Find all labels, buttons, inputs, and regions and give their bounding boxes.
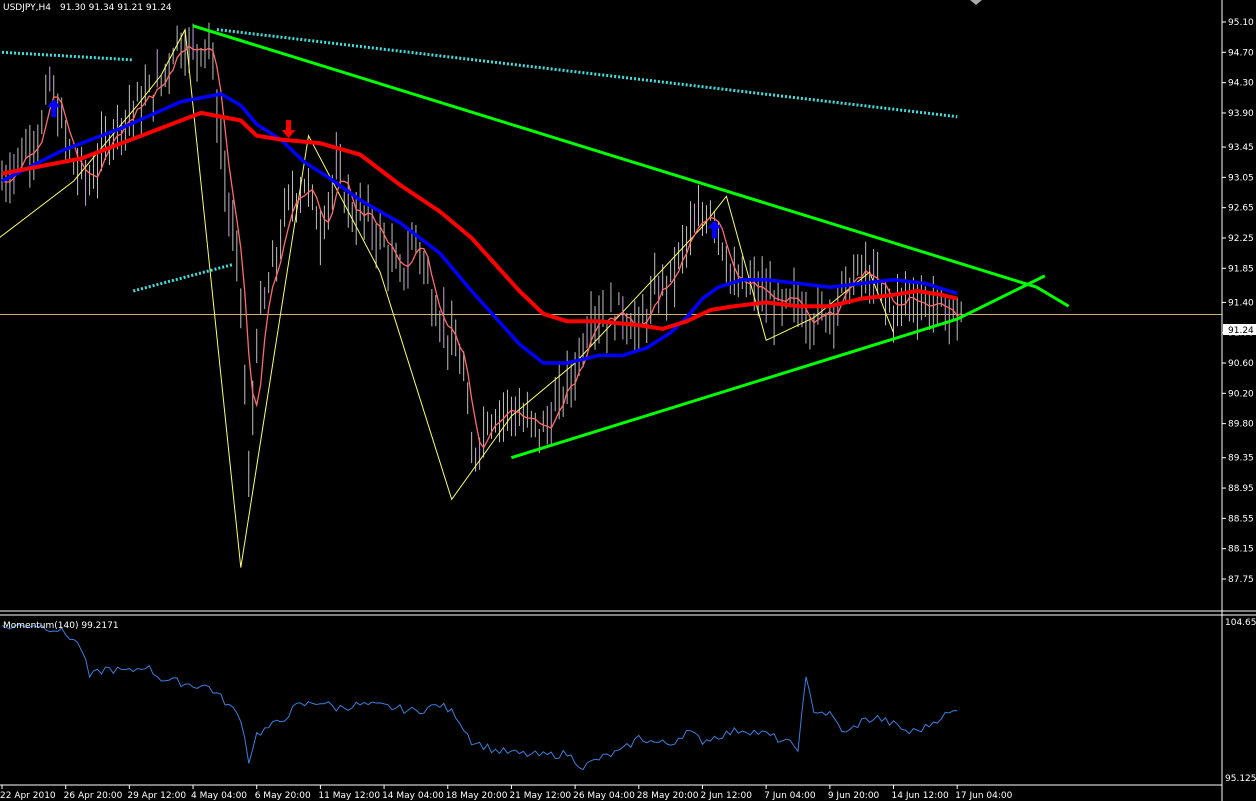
price-tick-label: 93.45 <box>1228 143 1254 153</box>
momentum-label: Momentum(140) 99.2171 <box>3 621 119 631</box>
time-tick-label: 4 May 04:00 <box>191 791 247 801</box>
time-tick-label: 18 May 20:00 <box>446 791 508 801</box>
price-tick-label: 93.05 <box>1228 173 1254 183</box>
time-tick-label: 22 Apr 2010 <box>0 791 56 801</box>
time-tick-label: 17 Jun 04:00 <box>955 791 1012 801</box>
price-tick-label: 88.95 <box>1228 484 1254 494</box>
chart-ohlc: 91.30 91.34 91.21 91.24 <box>60 3 172 13</box>
time-tick-label: 14 Jun 12:00 <box>892 791 949 801</box>
time-tick-label: 26 Apr 20:00 <box>64 791 123 801</box>
time-tick-label: 29 Apr 12:00 <box>127 791 186 801</box>
price-tick-label: 92.65 <box>1228 204 1254 214</box>
time-tick-label: 14 May 04:00 <box>382 791 444 801</box>
price-tick-label: 92.25 <box>1228 234 1254 244</box>
price-tick-label: 90.20 <box>1228 389 1254 399</box>
price-tick-label: 95.10 <box>1228 18 1254 28</box>
price-tick-label: 87.75 <box>1228 575 1254 585</box>
price-tick-label: 93.90 <box>1228 109 1254 119</box>
time-tick-label: 11 May 12:00 <box>318 791 380 801</box>
momentum-min-label: 95.1253 <box>1225 774 1256 784</box>
momentum-max-label: 104.654 <box>1225 618 1256 628</box>
price-tick-label: 90.60 <box>1228 359 1254 369</box>
price-tick-label: 94.70 <box>1228 48 1254 58</box>
time-tick-label: 7 Jun 04:00 <box>764 791 816 801</box>
price-tick-label: 89.80 <box>1228 420 1254 430</box>
price-tick-label: 91.40 <box>1228 298 1254 308</box>
price-tick-label: 89.35 <box>1228 454 1254 464</box>
price-tick-label: 88.55 <box>1228 514 1254 524</box>
current-price-label: 91.24 <box>1228 326 1254 336</box>
chart-background <box>0 0 1256 801</box>
time-tick-label: 21 May 12:00 <box>509 791 571 801</box>
time-tick-label: 9 Jun 20:00 <box>828 791 880 801</box>
chart-symbol: USDJPY,H4 <box>3 3 51 13</box>
time-tick-label: 6 May 20:00 <box>255 791 311 801</box>
time-tick-label: 26 May 04:00 <box>573 791 635 801</box>
time-tick-label: 2 Jun 12:00 <box>700 791 752 801</box>
price-tick-label: 91.85 <box>1228 264 1254 274</box>
chart-canvas: 95.10 94.70 94.30 93.90 93.45 93.05 92.65 92.25… <box>0 0 1256 801</box>
price-tick-label: 88.15 <box>1228 545 1254 555</box>
price-tick-label: 94.30 <box>1228 79 1254 89</box>
time-tick-label: 28 May 20:00 <box>637 791 699 801</box>
